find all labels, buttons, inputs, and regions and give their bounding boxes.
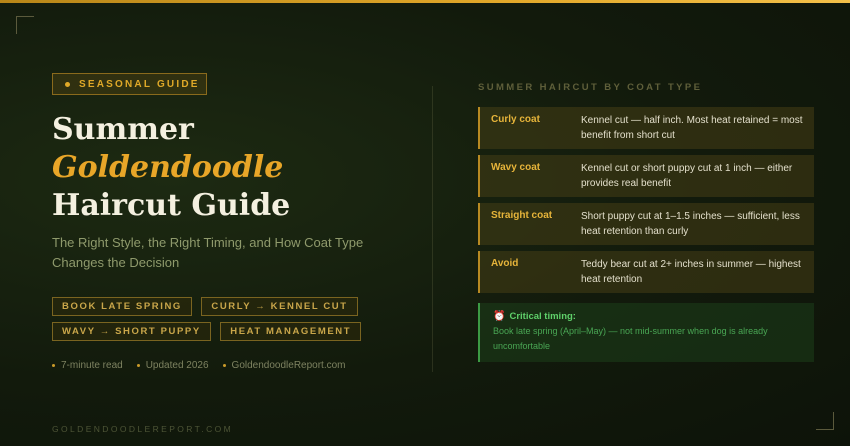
meta-read-time-text: 7-minute read (61, 360, 123, 371)
badge-dot-icon (65, 81, 70, 87)
meta-site-text: GoldendoodleReport.com (231, 360, 346, 371)
corner-bracket-bottom-right (816, 412, 834, 430)
meta-info: 7-minute read Updated 2026 GoldendoodleR… (52, 360, 346, 371)
coat-row-description: Teddy bear cut at 2+ inches in summer — … (581, 259, 801, 285)
column-divider (432, 86, 433, 372)
alarm-clock-icon: ⏰ (493, 311, 506, 322)
bullet-dot-icon (52, 364, 55, 367)
bullet-dot-icon (136, 364, 140, 367)
meta-updated-text: Updated 2026 (145, 360, 209, 371)
page-title: Summer Goldendoodle Haircut Guide (52, 111, 290, 225)
coat-row-description: Kennel cut or short puppy cut at 1 inch … (581, 163, 793, 189)
coat-row-label: Wavy coat (491, 162, 541, 173)
meta-updated: Updated 2026 (136, 360, 209, 371)
panel-heading: SUMMER HAIRCUT BY COAT TYPE (478, 82, 703, 93)
critical-timing-body: Book late spring (April–May) — not mid-s… (493, 326, 768, 351)
tag-book-late-spring: BOOK LATE SPRING (52, 297, 192, 316)
coat-row-description: Short puppy cut at 1–1.5 inches — suffic… (581, 211, 800, 237)
tag-curly-kennel-cut: CURLY → KENNEL CUT (201, 297, 358, 316)
bullet-dot-icon (222, 364, 226, 367)
coat-row-description: Kennel cut — half inch. Most heat retain… (581, 115, 803, 141)
critical-timing-title-text: Critical timing: (509, 311, 576, 322)
coat-row-label: Avoid (491, 258, 519, 269)
title-line-1: Summer (52, 112, 194, 147)
seasonal-guide-badge: SEASONAL GUIDE (52, 73, 207, 95)
coat-row-wavy: Wavy coat Kennel cut or short puppy cut … (478, 155, 814, 197)
tag-list: BOOK LATE SPRING CURLY → KENNEL CUT WAVY… (52, 296, 412, 346)
title-line-2: Goldendoodle (52, 150, 284, 185)
meta-read-time: 7-minute read (52, 360, 123, 371)
tag-wavy-short-puppy: WAVY → SHORT PUPPY (52, 322, 211, 341)
meta-site: GoldendoodleReport.com (222, 360, 346, 371)
critical-timing-callout: ⏰ Critical timing: Book late spring (Apr… (478, 303, 814, 362)
critical-timing-title: ⏰ Critical timing: (493, 311, 804, 322)
title-line-3: Haircut Guide (52, 188, 291, 223)
coat-row-curly: Curly coat Kennel cut — half inch. Most … (478, 107, 814, 149)
top-accent-bar (0, 0, 850, 3)
subtitle: The Right Style, the Right Timing, and H… (52, 235, 364, 270)
tag-heat-management: HEAT MANAGEMENT (220, 322, 362, 341)
coat-row-avoid: Avoid Teddy bear cut at 2+ inches in sum… (478, 251, 814, 293)
coat-row-label: Curly coat (491, 114, 540, 125)
footer-site: GOLDENDOODLEREPORT.COM (52, 424, 234, 434)
coat-type-list: Curly coat Kennel cut — half inch. Most … (478, 107, 814, 299)
coat-row-label: Straight coat (491, 210, 553, 221)
corner-bracket-top-left (16, 16, 34, 34)
badge-label: SEASONAL GUIDE (79, 78, 200, 90)
coat-row-straight: Straight coat Short puppy cut at 1–1.5 i… (478, 203, 814, 245)
